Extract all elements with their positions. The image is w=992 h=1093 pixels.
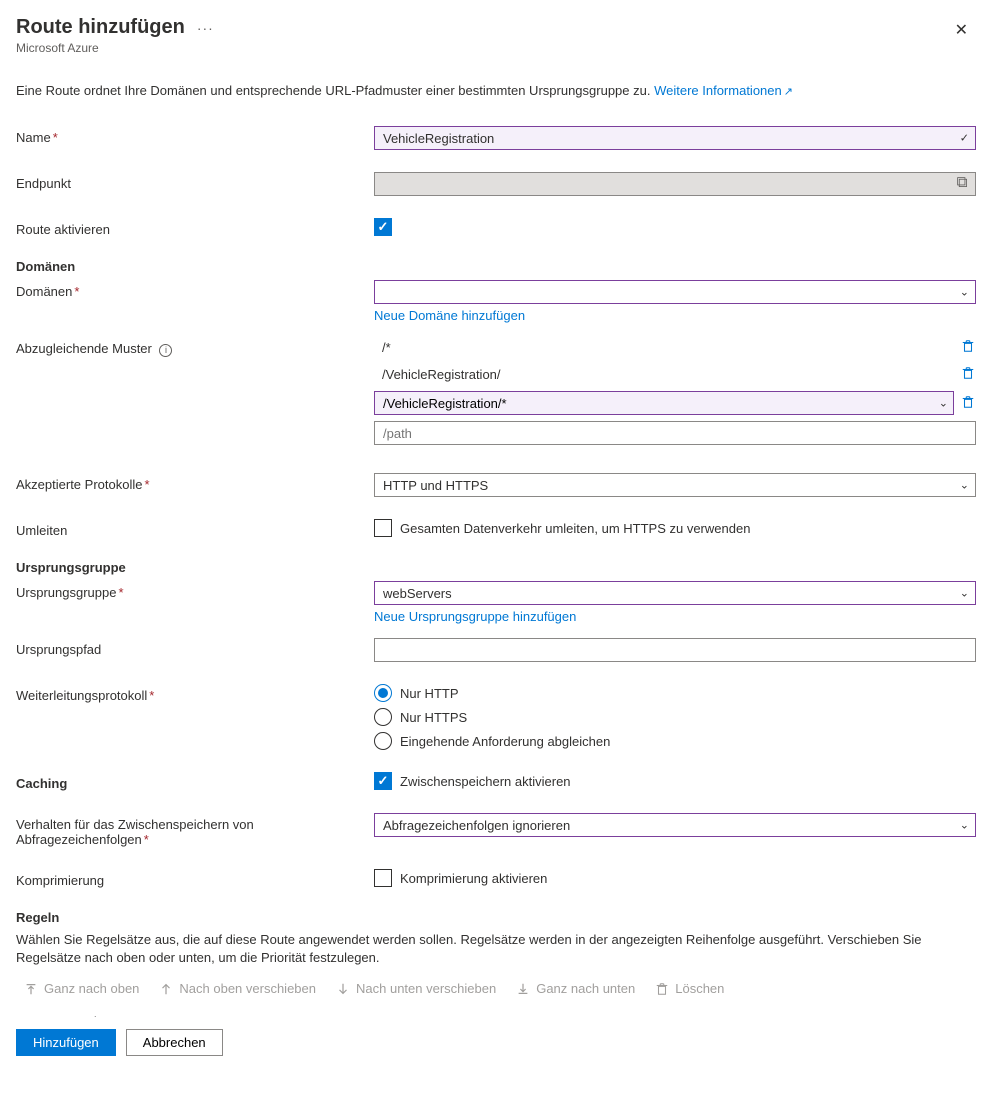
chevron-down-icon: ⌄ — [939, 397, 948, 410]
intro-body: Eine Route ordnet Ihre Domänen und entsp… — [16, 83, 654, 98]
pattern-item: /* — [374, 337, 954, 358]
compression-checkbox-label: Komprimierung aktivieren — [400, 871, 547, 886]
info-icon[interactable]: i — [159, 344, 172, 357]
more-menu[interactable]: ··· — [197, 20, 214, 36]
delete-pattern-button[interactable] — [960, 395, 976, 412]
page-subtitle: Microsoft Azure — [16, 41, 214, 55]
caching-heading: Caching — [16, 772, 374, 791]
caching-checkbox-label: Zwischenspeichern aktivieren — [400, 774, 571, 789]
cancel-button[interactable]: Abbrechen — [126, 1029, 223, 1056]
add-domain-link[interactable]: Neue Domäne hinzufügen — [374, 308, 525, 323]
rules-description: Wählen Sie Regelsätze aus, die auf diese… — [16, 931, 976, 967]
forward-protocol-radio-match[interactable]: Eingehende Anforderung abgleichen — [374, 732, 976, 750]
pattern-active-input[interactable] — [374, 391, 954, 415]
origin-group-select[interactable]: webServers ⌄ — [374, 581, 976, 605]
origin-heading: Ursprungsgruppe — [16, 560, 976, 575]
move-up-button[interactable]: Nach oben verschieben — [159, 981, 316, 996]
move-top-button[interactable]: Ganz nach oben — [24, 981, 139, 996]
move-bottom-button[interactable]: Ganz nach unten — [516, 981, 635, 996]
chevron-down-icon: ⌄ — [960, 819, 969, 832]
redirect-checkbox-label: Gesamten Datenverkehr umleiten, um HTTPS… — [400, 521, 750, 536]
domains-label: Domänen* — [16, 280, 374, 299]
radio-label: Nur HTTP — [400, 686, 459, 701]
query-string-select[interactable]: Abfragezeichenfolgen ignorieren ⌄ — [374, 813, 976, 837]
pattern-new-input[interactable] — [374, 421, 976, 445]
delete-rule-button[interactable]: Löschen — [655, 981, 724, 996]
page-title: Route hinzufügen — [16, 16, 185, 39]
external-link-icon: ↗ — [784, 86, 793, 98]
delete-pattern-button[interactable] — [960, 339, 976, 356]
close-button[interactable]: ✕ — [947, 16, 976, 44]
domains-select[interactable]: ⌄ — [374, 280, 976, 304]
rules-heading: Regeln — [16, 910, 976, 925]
endpoint-label: Endpunkt — [16, 172, 374, 191]
enable-route-label: Route aktivieren — [16, 218, 374, 237]
learn-more-link[interactable]: Weitere Informationen↗ — [654, 83, 793, 98]
move-down-button[interactable]: Nach unten verschieben — [336, 981, 496, 996]
accepted-protocols-select[interactable]: HTTP und HTTPS ⌄ — [374, 473, 976, 497]
add-button[interactable]: Hinzufügen — [16, 1029, 116, 1056]
chevron-down-icon: ⌄ — [960, 587, 969, 600]
delete-pattern-button[interactable] — [960, 366, 976, 383]
compression-label: Komprimierung — [16, 869, 374, 888]
forward-protocol-radio-http[interactable]: Nur HTTP — [374, 684, 976, 702]
redirect-checkbox[interactable] — [374, 519, 392, 537]
query-string-label: Verhalten für das Zwischenspeichern von … — [16, 813, 374, 847]
intro-text: Eine Route ordnet Ihre Domänen und entsp… — [16, 83, 976, 98]
chevron-down-icon: ⌄ — [960, 286, 969, 299]
enable-route-checkbox[interactable] — [374, 218, 392, 236]
check-icon: ✓ — [960, 132, 969, 145]
copy-icon[interactable] — [956, 176, 969, 192]
domains-heading: Domänen — [16, 259, 976, 274]
patterns-label: Abzugleichende Muster i — [16, 337, 374, 357]
caching-checkbox[interactable] — [374, 772, 392, 790]
add-origin-link[interactable]: Neue Ursprungsgruppe hinzufügen — [374, 609, 576, 624]
endpoint-readonly — [374, 172, 976, 196]
origin-path-label: Ursprungspfad — [16, 638, 374, 657]
redirect-label: Umleiten — [16, 519, 374, 538]
name-input[interactable]: VehicleRegistration ✓ — [374, 126, 976, 150]
name-label: Name* — [16, 126, 374, 145]
close-icon: ✕ — [955, 22, 968, 39]
origin-group-label: Ursprungsgruppe* — [16, 581, 374, 600]
radio-label: Eingehende Anforderung abgleichen — [400, 734, 610, 749]
chevron-down-icon: ⌄ — [960, 479, 969, 492]
radio-label: Nur HTTPS — [400, 710, 467, 725]
forward-protocol-radio-https[interactable]: Nur HTTPS — [374, 708, 976, 726]
accepted-protocols-label: Akzeptierte Protokolle* — [16, 473, 374, 492]
pattern-item: /VehicleRegistration/ — [374, 364, 954, 385]
origin-path-input[interactable] — [374, 638, 976, 662]
forward-protocol-label: Weiterleitungsprotokoll* — [16, 684, 374, 703]
compression-checkbox[interactable] — [374, 869, 392, 887]
